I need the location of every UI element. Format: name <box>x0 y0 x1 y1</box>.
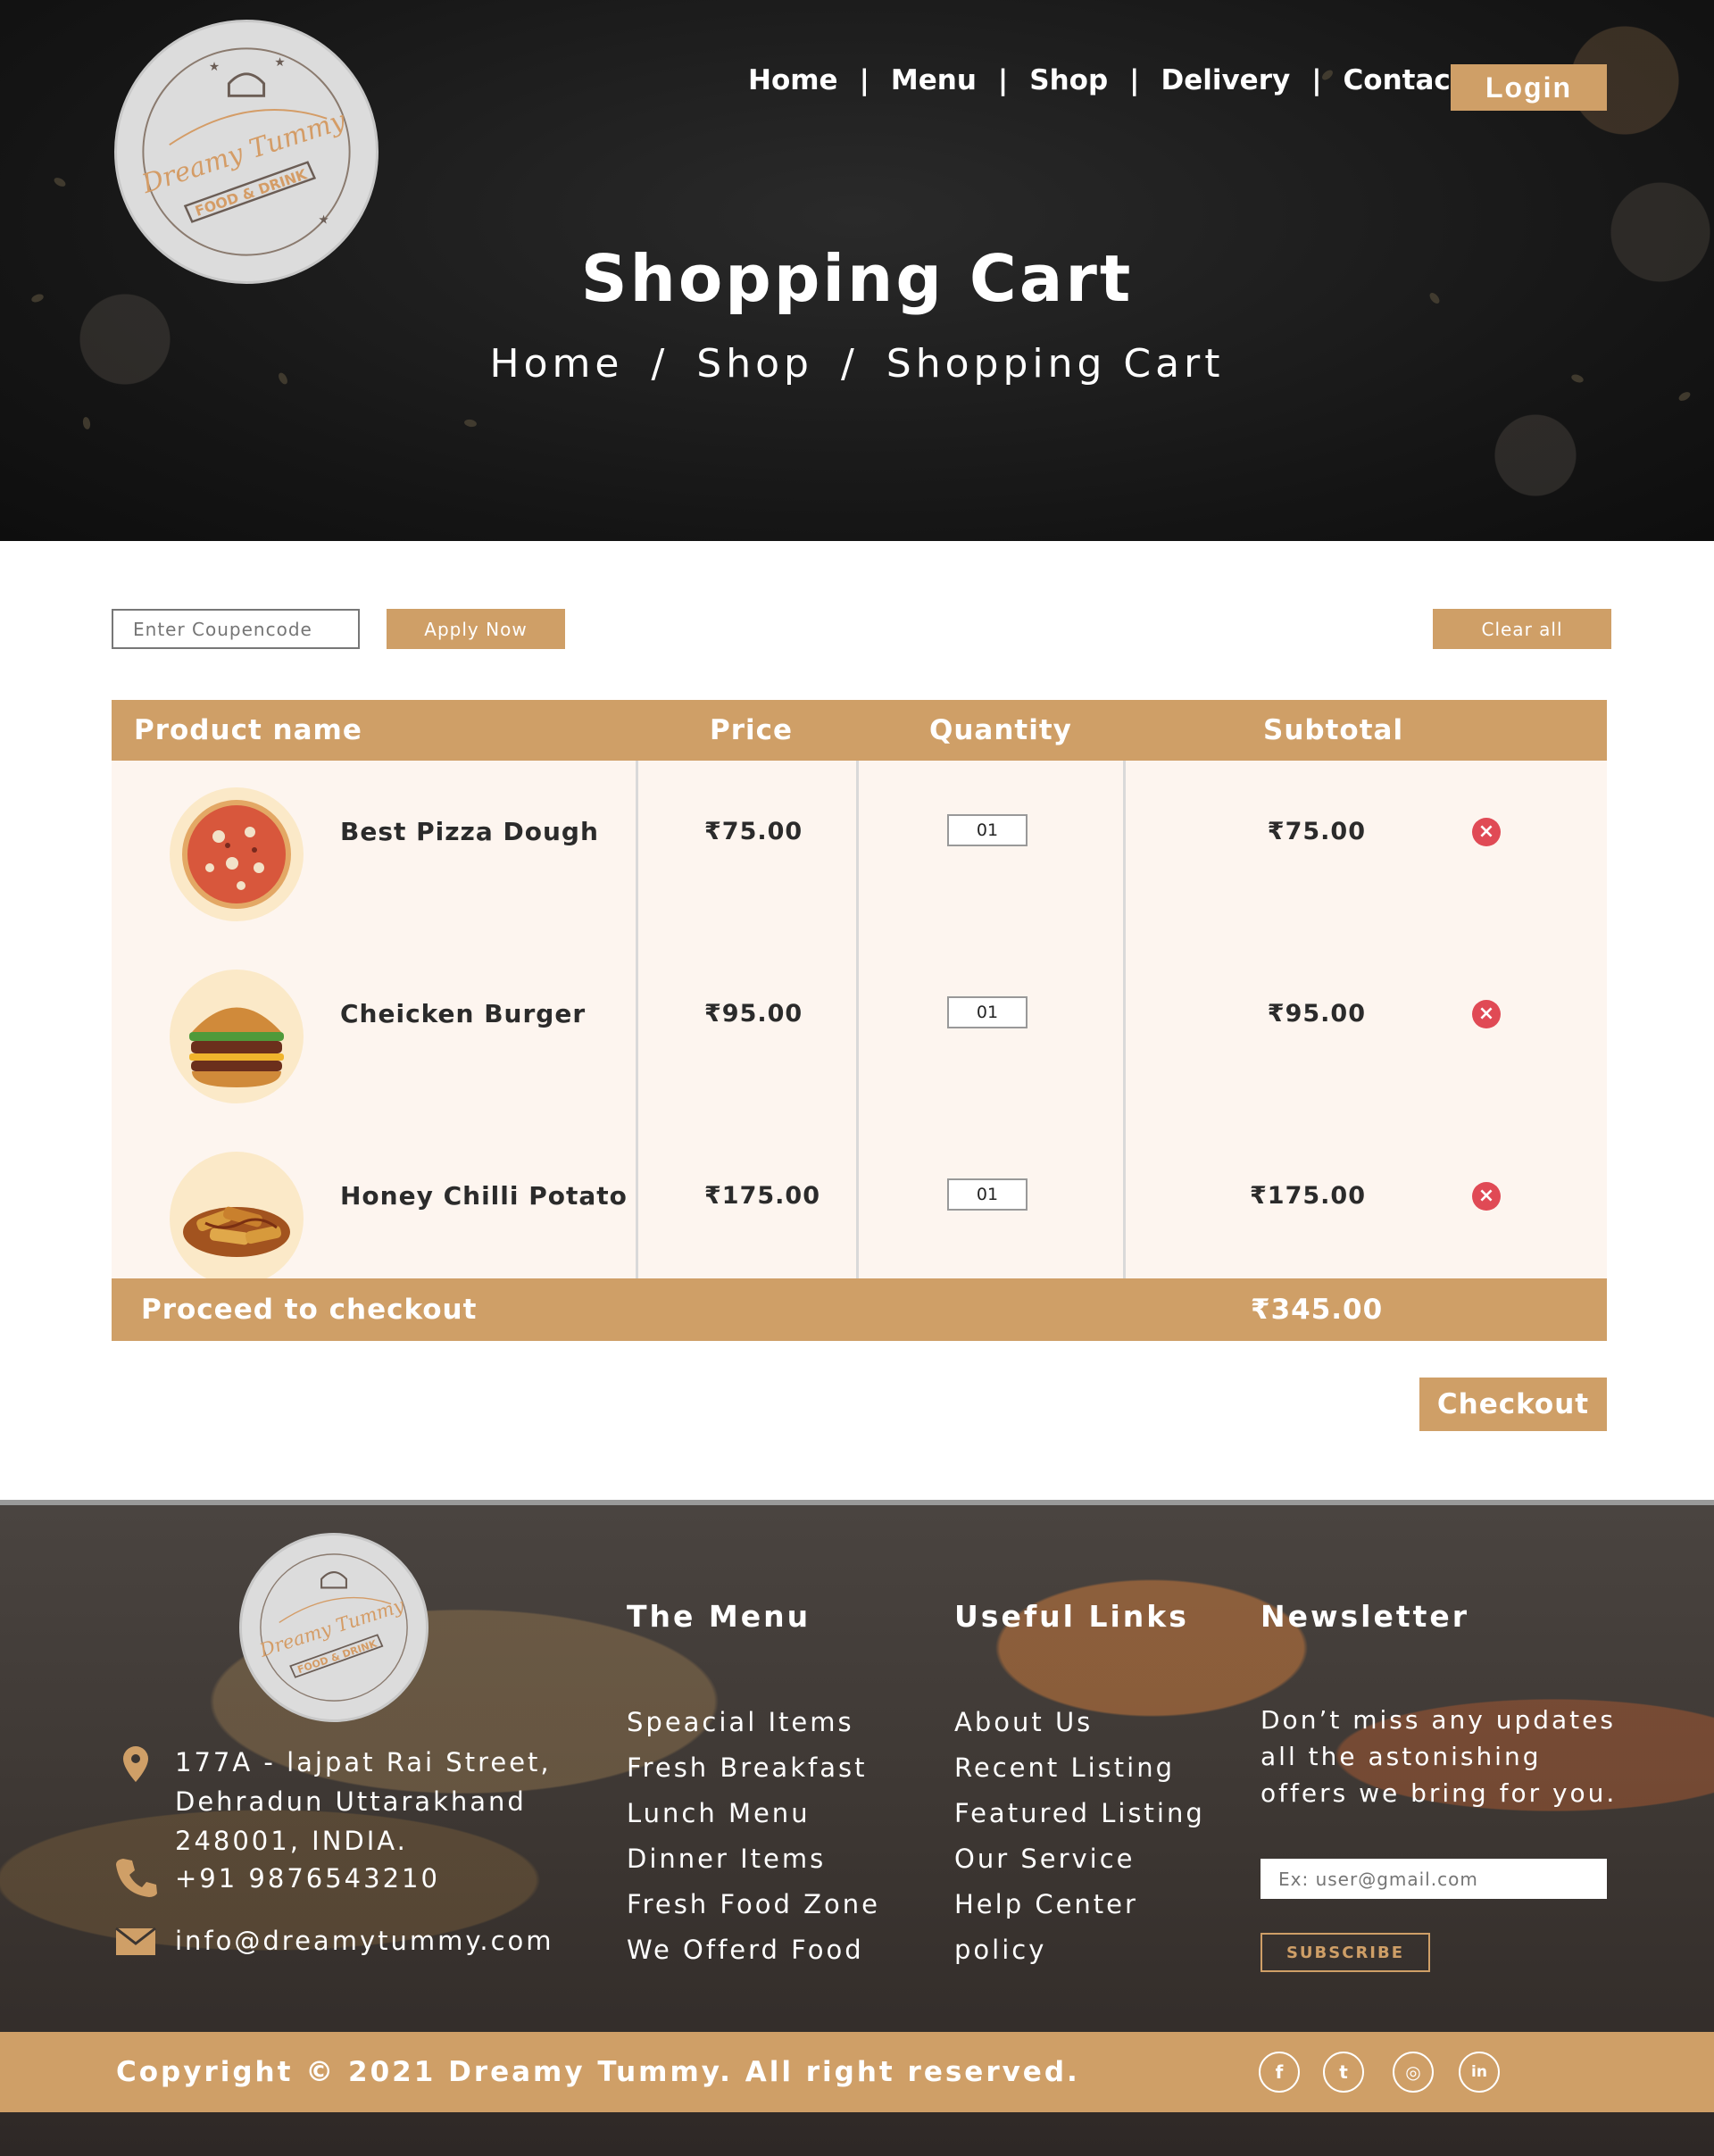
product-price: ₹95.00 <box>704 1000 803 1028</box>
potato-icon <box>183 1206 290 1257</box>
newsletter-email-input[interactable] <box>1261 1859 1607 1899</box>
product-name[interactable]: Best Pizza Dough <box>340 761 599 903</box>
useful-link[interactable]: Our Service <box>954 1836 1205 1882</box>
quantity-input[interactable]: 01 <box>947 1178 1028 1211</box>
linkedin-icon[interactable]: in <box>1459 2052 1500 2093</box>
useful-links-title: Useful Links <box>954 1599 1189 1634</box>
cart-total: ₹345.00 <box>1251 1294 1384 1326</box>
copyright-bar: Copyright © 2021 Dreamy Tummy. All right… <box>0 2032 1714 2112</box>
product-price: ₹175.00 <box>704 1182 820 1210</box>
cart-table-header: Product name Price Quantity Subtotal <box>112 700 1607 761</box>
cart-table: Product name Price Quantity Subtotal Bes… <box>112 700 1607 1341</box>
product-subtotal: ₹175.00 <box>1250 1182 1366 1210</box>
svg-text:★: ★ <box>209 60 220 74</box>
menu-column-title: The Menu <box>627 1599 811 1634</box>
facebook-icon[interactable]: f <box>1259 2052 1300 2093</box>
twitter-icon[interactable]: t <box>1323 2052 1364 2093</box>
nav-separator: | <box>997 64 1009 96</box>
nav-delivery[interactable]: Delivery <box>1161 64 1290 96</box>
svg-text:★: ★ <box>318 212 329 227</box>
pizza-icon <box>182 800 291 909</box>
column-price: Price <box>710 714 794 746</box>
svg-text:★: ★ <box>274 55 285 70</box>
coupon-input[interactable] <box>112 609 360 649</box>
phone-icon <box>116 1859 157 1897</box>
useful-link[interactable]: Featured Listing <box>954 1791 1205 1836</box>
clear-all-button[interactable]: Clear all <box>1433 609 1611 649</box>
page-title: Shopping Cart <box>580 241 1134 316</box>
breadcrumb-home[interactable]: Home <box>490 341 624 387</box>
quantity-input[interactable]: 01 <box>947 996 1028 1028</box>
footer-email: info@dreamytummy.com <box>114 1921 614 1966</box>
menu-link[interactable]: Fresh Food Zone <box>627 1882 880 1927</box>
useful-links: About Us Recent Listing Featured Listing… <box>954 1700 1205 1973</box>
nav-home[interactable]: Home <box>748 64 838 96</box>
useful-link[interactable]: Help Center <box>954 1882 1205 1927</box>
login-button[interactable]: Login <box>1451 64 1607 111</box>
address-line: 177A - lajpat Rai Street, <box>175 1747 552 1777</box>
product-subtotal: ₹75.00 <box>1267 818 1366 845</box>
menu-link[interactable]: Dinner Items <box>627 1836 880 1882</box>
subscribe-button[interactable]: SUBSCRIBE <box>1261 1933 1430 1972</box>
product-name[interactable]: Cheicken Burger <box>340 943 586 1086</box>
cart-total-bar: Proceed to checkout ₹345.00 <box>112 1278 1607 1341</box>
breadcrumb-separator: / <box>840 341 859 387</box>
instagram-icon[interactable]: ◎ <box>1393 2052 1434 2093</box>
footer-phone: +91 9876543210 <box>114 1859 614 1903</box>
nav-separator: | <box>859 64 869 96</box>
nav-separator: | <box>1311 64 1322 96</box>
product-thumbnail[interactable] <box>170 787 304 921</box>
newsletter-title: Newsletter <box>1261 1599 1470 1634</box>
product-subtotal: ₹95.00 <box>1267 1000 1366 1028</box>
column-product-name: Product name <box>134 714 362 746</box>
column-quantity: Quantity <box>929 714 1072 746</box>
useful-link[interactable]: policy <box>954 1927 1205 1973</box>
product-price: ₹75.00 <box>704 818 803 845</box>
quantity-input[interactable]: 01 <box>947 814 1028 846</box>
cart-row: Best Pizza Dough ₹75.00 01 ₹75.00 × <box>112 761 1607 943</box>
email-address[interactable]: info@dreamytummy.com <box>175 1921 554 1960</box>
apply-coupon-button[interactable]: Apply Now <box>387 609 565 649</box>
newsletter-description: Don’t miss any updates all the astonishi… <box>1261 1705 1618 1808</box>
phone-number[interactable]: +91 9876543210 <box>175 1859 440 1898</box>
nav-menu[interactable]: Menu <box>891 64 977 96</box>
burger-icon <box>189 1007 284 1087</box>
checkout-button[interactable]: Checkout <box>1419 1378 1607 1431</box>
nav-shop[interactable]: Shop <box>1029 64 1108 96</box>
main-nav: Home | Menu | Shop | Delivery | Contact … <box>748 64 1512 96</box>
column-subtotal: Subtotal <box>1263 714 1404 746</box>
remove-item-icon[interactable]: × <box>1472 1000 1501 1028</box>
useful-link[interactable]: About Us <box>954 1700 1205 1745</box>
location-pin-icon <box>123 1746 148 1782</box>
hero-banner: Dreamy Tummy FOOD & DRINK ★ ★ ★ Home | M… <box>0 0 1714 541</box>
breadcrumb-shop[interactable]: Shop <box>696 341 813 387</box>
address-line: 248001, INDIA. <box>175 1826 408 1856</box>
menu-links: Speacial Items Fresh Breakfast Lunch Men… <box>627 1700 880 1973</box>
footer-brand-logo[interactable]: Dreamy Tummy FOOD & DRINK <box>239 1533 428 1722</box>
mail-icon <box>115 1927 156 1955</box>
menu-link[interactable]: Fresh Breakfast <box>627 1745 880 1791</box>
product-thumbnail[interactable] <box>170 970 304 1103</box>
useful-link[interactable]: Recent Listing <box>954 1745 1205 1791</box>
remove-item-icon[interactable]: × <box>1472 818 1501 846</box>
nav-separator: | <box>1129 64 1140 96</box>
cart-table-body: Best Pizza Dough ₹75.00 01 ₹75.00 × Chei… <box>112 761 1607 1286</box>
copyright-text: Copyright © 2021 Dreamy Tummy. All right… <box>116 2056 1080 2088</box>
logo-emblem-icon: Dreamy Tummy FOOD & DRINK <box>256 1553 408 1702</box>
site-footer: Dreamy Tummy FOOD & DRINK 177A - lajpat … <box>0 1500 1714 2156</box>
address-line: Dehradun Uttarakhand <box>175 1786 527 1817</box>
cart-row: Cheicken Burger ₹95.00 01 ₹95.00 × <box>112 943 1607 1125</box>
footer-address: 177A - lajpat Rai Street, Dehradun Uttar… <box>114 1743 614 1868</box>
product-thumbnail[interactable] <box>170 1152 304 1286</box>
breadcrumb: Home / Shop / Shopping Cart <box>0 341 1714 387</box>
menu-link[interactable]: Speacial Items <box>627 1700 880 1745</box>
breadcrumb-current: Shopping Cart <box>886 341 1225 387</box>
menu-link[interactable]: Lunch Menu <box>627 1791 880 1836</box>
proceed-to-checkout-label[interactable]: Proceed to checkout <box>141 1278 477 1341</box>
product-name[interactable]: Honey Chilli Potato <box>340 1125 628 1268</box>
remove-item-icon[interactable]: × <box>1472 1182 1501 1211</box>
menu-link[interactable]: We Offerd Food <box>627 1927 880 1973</box>
breadcrumb-separator: / <box>651 341 670 387</box>
